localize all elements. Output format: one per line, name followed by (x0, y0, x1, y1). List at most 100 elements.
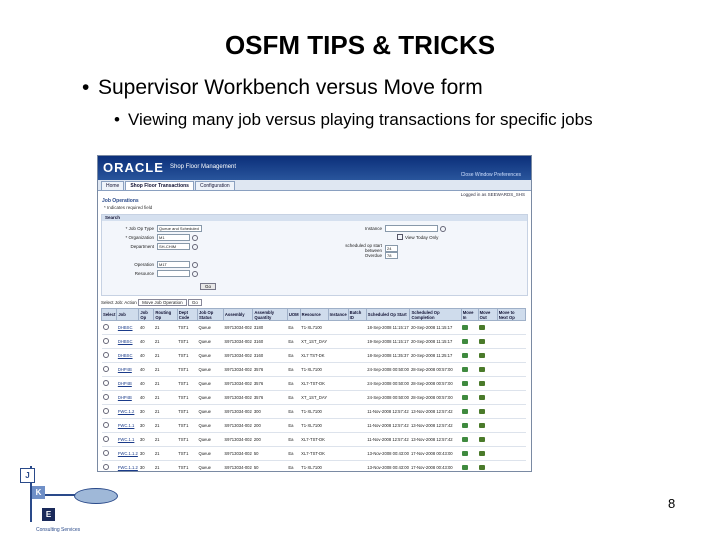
move-in-icon[interactable] (462, 464, 469, 470)
table-row[interactable]: DHP4B 40 21 TST1 Queue S9713034-002 3576 Ea XL7-… (101, 376, 526, 391)
move-in-icon[interactable] (462, 408, 469, 414)
move-next (497, 404, 526, 419)
move-in (461, 348, 479, 363)
table-header-row: Select Job Job Op Routing Op Dept Code Job Op… (100, 308, 527, 321)
table-row[interactable]: FWC.1.1.2 30 21 TST1 Queue S9713034-002 50 Ea T1… (101, 460, 526, 471)
move-out-icon[interactable] (479, 394, 486, 400)
routing-op-cell: 21 (153, 320, 178, 335)
job-cell[interactable]: FWC.1.1.2 (116, 446, 139, 461)
move-out-icon[interactable] (479, 408, 486, 414)
job-cell[interactable]: DHP4B (116, 376, 139, 391)
completion-cell: 28-Sep-2008 00:57:00 (409, 362, 462, 377)
field-department: Department SH-CHIM (104, 243, 198, 250)
radio-button[interactable] (102, 352, 109, 358)
move-out-icon[interactable] (479, 464, 486, 470)
action-go-button[interactable]: Go (187, 299, 202, 307)
radio-button[interactable] (102, 408, 109, 414)
search-icon[interactable] (192, 243, 198, 250)
tab-home[interactable]: Home (101, 181, 125, 190)
job-cell[interactable]: DHBSC (116, 320, 139, 335)
move-out-icon[interactable] (479, 366, 486, 372)
start-cell: 24-Sep-2008 00:50:00 (366, 376, 410, 391)
dept-cell: TST1 (177, 376, 198, 391)
radio-button[interactable] (102, 380, 109, 386)
move-in-icon[interactable] (462, 338, 469, 344)
radio-button[interactable] (102, 338, 109, 344)
radio (101, 418, 117, 433)
scheduled-op-input[interactable]: 24 (385, 244, 398, 252)
job-cell[interactable]: FWC.1.2 (116, 404, 139, 419)
move-in-icon[interactable] (462, 366, 469, 372)
search-icon[interactable] (192, 261, 198, 268)
move-out-icon[interactable] (479, 380, 486, 386)
move-in-icon[interactable] (462, 380, 469, 386)
radio-button[interactable] (102, 324, 109, 330)
move-in (461, 334, 479, 349)
column-header: Move In (460, 308, 479, 321)
routing-op-cell: 21 (153, 348, 178, 363)
radio-button[interactable] (102, 422, 109, 428)
table-row[interactable]: DHBSC 40 21 TST1 Queue S9713034-002 3180 Ea T1-X… (101, 320, 526, 335)
radio-button[interactable] (102, 450, 109, 456)
batch-cell (348, 432, 367, 447)
radio-button[interactable] (102, 394, 109, 400)
move-out-icon[interactable] (479, 422, 486, 428)
move-in-icon[interactable] (462, 352, 469, 358)
move-out-icon[interactable] (479, 338, 486, 344)
move-in-icon[interactable] (462, 422, 469, 428)
search-icon[interactable] (192, 234, 198, 241)
field-view-today: View Today Only (397, 234, 438, 240)
move-out-icon[interactable] (479, 352, 486, 358)
table-row[interactable]: DHP4B 40 21 TST1 Queue S9713034-002 3576 Ea XT_1… (101, 390, 526, 405)
move-in-icon[interactable] (462, 324, 469, 330)
table-row[interactable]: FWC.1.1.2 30 21 TST1 Queue S9713034-002 50 Ea XL… (101, 446, 526, 461)
table-row[interactable]: FWC.1.2 30 21 TST1 Queue S9713034-002 300 Ea T1-… (101, 404, 526, 419)
organization-input[interactable]: M1 (157, 234, 190, 241)
resource-input[interactable] (157, 270, 190, 277)
slide-title: OSFM TIPS & TRICKS (224, 30, 496, 60)
move-next (497, 348, 526, 363)
bullet-level1-text: Supervisor Workbench versus Move form (98, 76, 483, 99)
bullet-level2-text: Viewing many job versus playing transact… (128, 110, 593, 129)
department-input[interactable]: SH-CHIM (157, 243, 190, 250)
op-cell: 30 (138, 432, 154, 447)
app-header: ORACLE Shop Floor Management Close Windo… (98, 156, 531, 180)
table-row[interactable]: FWC.1.1 30 21 TST1 Queue S9713034-002 200 Ea XL7… (101, 432, 526, 447)
job-cell[interactable]: DHP4B (116, 362, 139, 377)
job-cell[interactable]: FWC.1.1 (116, 432, 139, 447)
tab-configuration[interactable]: Configuration (194, 181, 235, 190)
table-row[interactable]: DHBSC 40 21 TST1 Queue S9713034-002 3160 Ea XL7 … (101, 348, 526, 363)
instance-input[interactable] (385, 225, 438, 232)
job-op-type-select[interactable]: Queue and Scheduled (157, 225, 202, 232)
tab-shop-floor-transactions[interactable]: Shop Floor Transactions (125, 181, 194, 190)
move-out (478, 460, 498, 471)
quantity-cell: 200 (252, 418, 288, 433)
operation-input[interactable]: M1T (157, 261, 190, 268)
job-cell[interactable]: DHBSC (116, 334, 139, 349)
job-cell[interactable]: FWC.1.1 (116, 418, 139, 433)
table-row[interactable]: FWC.1.1 30 21 TST1 Queue S9713034-002 200 Ea T1-… (101, 418, 526, 433)
table-row[interactable]: DHBSC 40 21 TST1 Queue S9713034-002 3160 Ea XT_1… (101, 334, 526, 349)
radio-button[interactable] (102, 436, 109, 442)
move-out-icon[interactable] (479, 436, 486, 442)
move-next (497, 362, 526, 377)
move-out-icon[interactable] (479, 324, 486, 330)
uom-cell: Ea (287, 320, 301, 335)
overdue-input[interactable]: 78 (385, 252, 398, 259)
move-out-icon[interactable] (479, 450, 486, 456)
search-icon[interactable] (440, 225, 446, 232)
move-in-icon[interactable] (462, 450, 469, 456)
quantity-cell: 200 (252, 432, 288, 447)
move-in-icon[interactable] (462, 436, 469, 442)
action-select[interactable]: Move Job Operation (138, 299, 187, 307)
checkbox-icon[interactable] (397, 234, 403, 240)
search-icon[interactable] (192, 270, 198, 277)
header-links[interactable]: Close Window Preferences (461, 172, 521, 178)
radio-button[interactable] (102, 366, 109, 372)
job-cell[interactable]: DHP4B (116, 390, 139, 405)
move-in-icon[interactable] (462, 394, 469, 400)
completion-cell: 13-Nov-2008 12:57:42 (409, 418, 462, 433)
job-cell[interactable]: DHBSC (116, 348, 139, 363)
search-go-button[interactable]: Go (200, 283, 217, 290)
table-row[interactable]: DHP4B 40 21 TST1 Queue S9713034-002 3576 Ea T1-X… (101, 362, 526, 377)
